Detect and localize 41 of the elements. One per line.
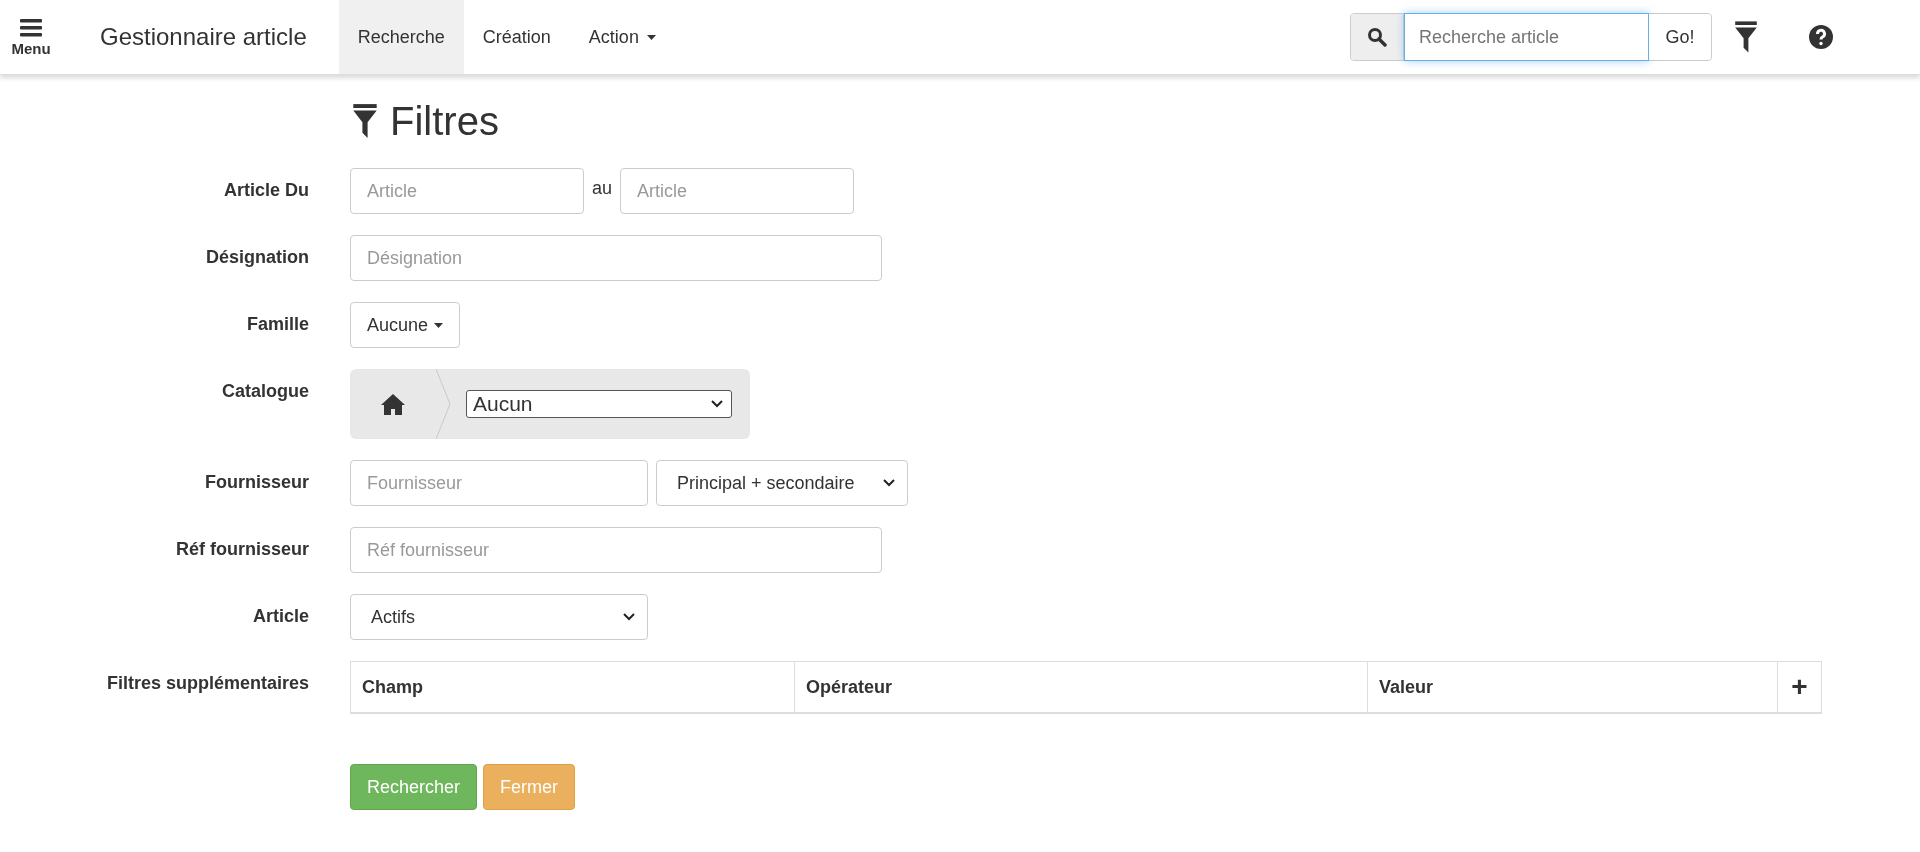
help-icon[interactable] bbox=[1808, 24, 1834, 50]
field-label: Désignation bbox=[205, 246, 309, 268]
search-icon bbox=[1367, 27, 1387, 47]
input-field[interactable]: Article bbox=[620, 168, 855, 214]
column-header: Valeur bbox=[1368, 662, 1778, 712]
field-label: Filtres supplémentaires bbox=[105, 672, 309, 694]
menu-icon bbox=[20, 17, 42, 38]
field-label: Article Du bbox=[222, 179, 309, 201]
input-field[interactable]: Désignation bbox=[350, 235, 882, 281]
chevron-icon bbox=[883, 479, 895, 487]
filter-icon bbox=[352, 104, 378, 138]
caret-icon bbox=[434, 322, 444, 328]
search-field[interactable]: Recherche article bbox=[1404, 13, 1649, 61]
field-label: Fournisseur bbox=[203, 471, 309, 493]
range-separator: au bbox=[592, 177, 613, 199]
field-label: Catalogue bbox=[221, 380, 309, 402]
app-title: Gestionnaire article bbox=[100, 23, 307, 51]
add-button[interactable]: + bbox=[1778, 662, 1821, 712]
chevron-icon bbox=[623, 613, 635, 621]
chevron-icon bbox=[711, 400, 723, 408]
section-title: Filtres bbox=[390, 98, 499, 144]
dropdown-button[interactable]: Aucune bbox=[350, 302, 461, 348]
select-field[interactable]: Principal + secondaire bbox=[656, 460, 908, 506]
nav-tab[interactable]: Action bbox=[569, 0, 675, 74]
field-label: Article bbox=[251, 605, 309, 627]
nav-tab[interactable]: Création bbox=[463, 0, 570, 74]
input-field[interactable]: Fournisseur bbox=[350, 460, 648, 506]
select-field[interactable]: Actifs bbox=[350, 594, 648, 640]
filter-icon bbox=[1734, 21, 1758, 53]
input-field[interactable]: Réf fournisseur bbox=[350, 527, 882, 573]
select-field[interactable]: Aucun bbox=[466, 390, 732, 418]
column-header: Opérateur bbox=[795, 662, 1368, 712]
breadcrumb-divider bbox=[436, 369, 452, 439]
field-label: Famille bbox=[245, 313, 309, 335]
input-field[interactable]: Article bbox=[350, 168, 584, 214]
caret-icon bbox=[646, 34, 656, 40]
field-label: Réf fournisseur bbox=[174, 538, 309, 560]
nav-tab[interactable]: Recherche bbox=[338, 0, 464, 74]
menu-button[interactable]: Menu bbox=[0, 0, 62, 74]
column-header: Champ bbox=[351, 662, 795, 712]
home-icon[interactable] bbox=[381, 393, 405, 415]
